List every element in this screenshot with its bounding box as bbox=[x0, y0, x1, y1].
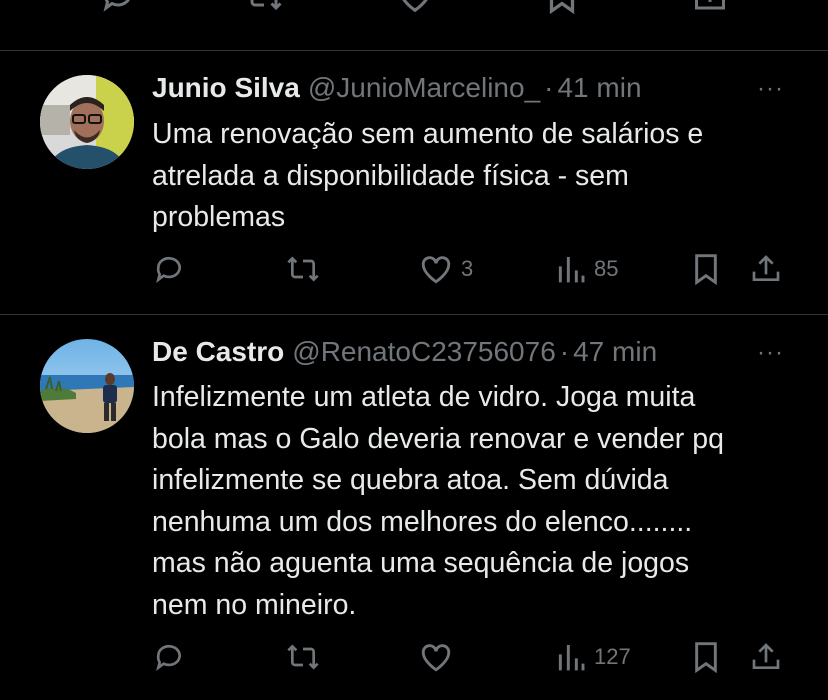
share-icon bbox=[752, 643, 780, 669]
share-button[interactable] bbox=[750, 641, 782, 673]
heart-icon[interactable] bbox=[396, 0, 434, 19]
retweet-icon bbox=[287, 256, 319, 282]
more-options-icon[interactable]: ··· bbox=[757, 339, 784, 367]
views-button[interactable]: 85 bbox=[556, 253, 618, 285]
tweet-header: Junio Silva @JunioMarcelino_ · 41 min bbox=[152, 71, 642, 105]
share-icon bbox=[752, 255, 780, 281]
divider bbox=[0, 50, 828, 51]
views-icon bbox=[558, 645, 585, 671]
author-name[interactable]: De Castro bbox=[152, 335, 284, 369]
like-count: 3 bbox=[461, 256, 474, 281]
retweet-icon[interactable] bbox=[244, 0, 284, 19]
tweet-text: Infelizmente um atleta de vidro. Joga mu… bbox=[152, 377, 792, 626]
bookmark-icon bbox=[695, 254, 717, 285]
tweet-text-line: Uma renovação sem aumento de salários e bbox=[152, 118, 704, 150]
bookmark-button[interactable] bbox=[692, 253, 720, 285]
retweet-button[interactable] bbox=[285, 641, 321, 673]
reply-icon[interactable] bbox=[100, 0, 136, 19]
avatar[interactable] bbox=[40, 339, 134, 433]
tweet-text-line: bola mas o Galo deveria renovar e vender… bbox=[152, 422, 724, 455]
tweet-text-line: nenhuma um dos melhores do elenco.......… bbox=[152, 505, 693, 538]
timestamp[interactable]: 41 min bbox=[557, 71, 641, 105]
reply-icon bbox=[156, 644, 181, 671]
tweet-text: Uma renovação sem aumento de salários e … bbox=[152, 114, 792, 239]
bookmark-icon bbox=[695, 642, 717, 673]
like-button[interactable] bbox=[419, 641, 461, 673]
reply-button[interactable] bbox=[153, 253, 185, 285]
timestamp[interactable]: 47 min bbox=[573, 335, 657, 369]
author-handle[interactable]: @JunioMarcelino_ bbox=[308, 71, 540, 105]
retweet-button[interactable] bbox=[285, 253, 321, 285]
avatar[interactable] bbox=[40, 75, 134, 169]
author-handle[interactable]: @RenatoC23756076 bbox=[292, 335, 556, 369]
author-name[interactable]: Junio Silva bbox=[152, 71, 300, 105]
views-icon bbox=[558, 257, 585, 283]
bookmark-icon[interactable] bbox=[546, 0, 578, 19]
tweet-text-line: nem no mineiro. bbox=[152, 588, 357, 621]
tweet-text-line: infelizmente se quebra atoa. Sem dúvida bbox=[152, 464, 669, 496]
retweet-icon bbox=[287, 644, 319, 670]
tweet-actions: 127 bbox=[0, 641, 828, 681]
views-button[interactable]: 127 bbox=[556, 641, 631, 673]
separator: · bbox=[559, 336, 570, 367]
bookmark-button[interactable] bbox=[692, 641, 720, 673]
tweet-actions: 3 85 bbox=[0, 253, 828, 293]
reply-button[interactable] bbox=[153, 641, 185, 673]
divider bbox=[0, 314, 828, 315]
previous-tweet-actions bbox=[0, 0, 828, 28]
view-count: 85 bbox=[594, 256, 619, 281]
separator: · bbox=[544, 72, 554, 103]
tweet-text-line: Infelizmente um atleta de vidro. Joga mu… bbox=[152, 381, 696, 413]
share-icon[interactable] bbox=[692, 0, 728, 19]
heart-icon bbox=[421, 256, 451, 284]
tweet-text-line: atrelada a disponibilidade física - sem bbox=[152, 159, 629, 192]
tweet-text-line: problemas bbox=[152, 201, 286, 233]
like-button[interactable]: 3 bbox=[419, 253, 473, 285]
more-options-icon[interactable]: ··· bbox=[757, 75, 784, 103]
view-count: 127 bbox=[594, 644, 631, 669]
share-button[interactable] bbox=[750, 253, 782, 285]
reply-icon bbox=[156, 256, 181, 283]
tweet-text-line: mas não aguenta uma sequência de jogos bbox=[152, 547, 690, 579]
tweet-header: De Castro @RenatoC23756076 · 47 min bbox=[152, 335, 657, 369]
heart-icon bbox=[421, 644, 451, 672]
